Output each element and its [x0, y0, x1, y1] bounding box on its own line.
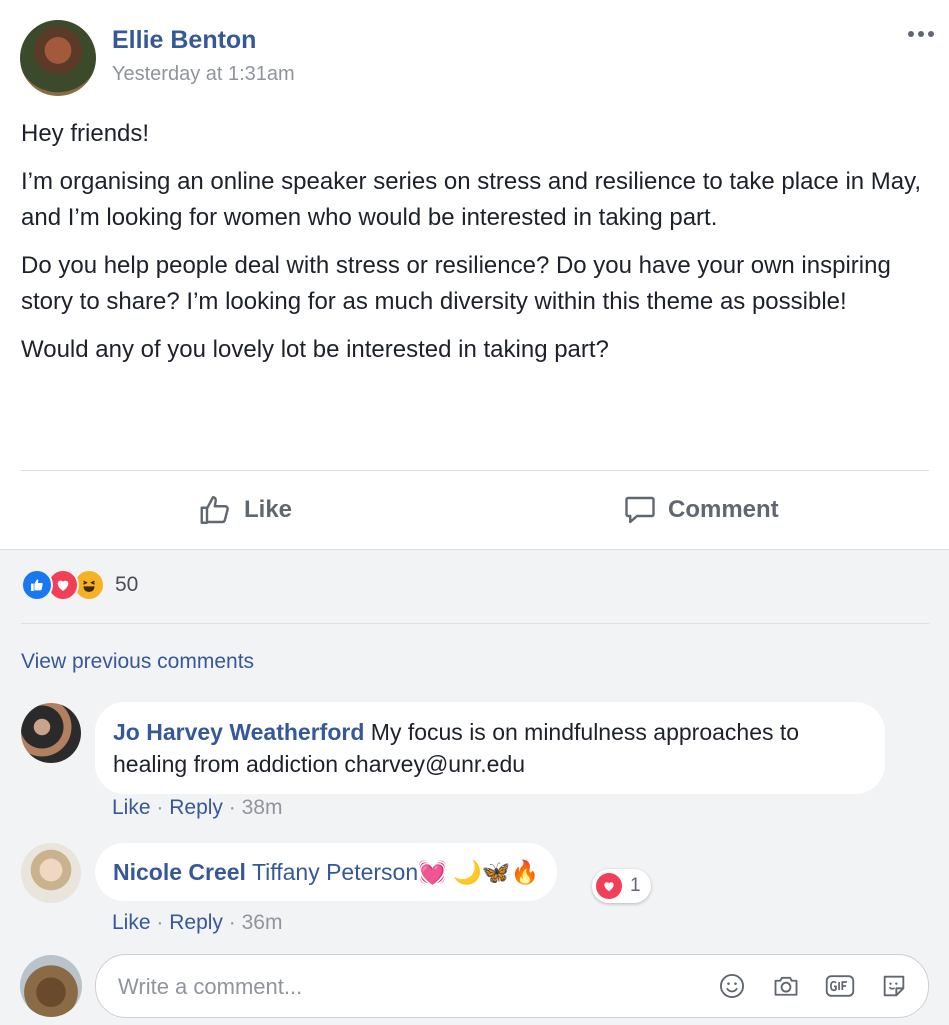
comment-bubble: Jo Harvey Weatherford My focus is on min…	[95, 702, 885, 794]
reaction-summary[interactable]: 50	[21, 569, 138, 601]
gif-icon[interactable]	[824, 970, 856, 1002]
commenter-name[interactable]: Nicole Creel	[113, 859, 246, 885]
view-previous-comments-link[interactable]: View previous comments	[21, 650, 254, 674]
comment-like-link[interactable]: Like	[112, 911, 151, 934]
separator: ·	[156, 796, 164, 819]
comment-meta: Like · Reply · 36m	[112, 911, 282, 935]
comment-like-link[interactable]: Like	[112, 796, 151, 819]
comment-reaction-count: 1	[630, 875, 641, 896]
divider	[21, 470, 929, 471]
reaction-count: 50	[115, 573, 139, 596]
mention-link[interactable]: Tiffany Peterson	[252, 859, 418, 885]
like-icon	[21, 569, 53, 601]
love-icon	[596, 873, 622, 899]
moon-emoji: 🌙	[453, 859, 482, 885]
commenter-avatar[interactable]	[21, 843, 81, 903]
comment-button[interactable]: Comment	[622, 488, 779, 532]
current-user-avatar[interactable]	[20, 955, 82, 1017]
thumbs-up-icon	[200, 496, 229, 524]
commenter-avatar[interactable]	[21, 703, 81, 763]
post-card: Ellie Benton Yesterday at 1:31am Hey fri…	[0, 0, 949, 549]
separator: ·	[228, 911, 236, 934]
camera-icon[interactable]	[770, 970, 802, 1002]
speech-bubble-icon	[625, 496, 655, 524]
emoji-icon[interactable]	[716, 970, 748, 1002]
more-options-icon[interactable]	[906, 22, 936, 46]
comment-reaction-badge[interactable]: 1	[592, 869, 651, 903]
sparkling-heart-emoji: 💓	[418, 859, 447, 885]
comment-composer[interactable]	[95, 954, 929, 1018]
comment-reply-link[interactable]: Reply	[169, 911, 223, 934]
commenter-name[interactable]: Jo Harvey Weatherford	[113, 719, 364, 745]
sticker-icon[interactable]	[878, 970, 910, 1002]
comment-label: Comment	[668, 496, 779, 523]
separator: ·	[156, 911, 164, 934]
comment-bubble: Nicole Creel Tiffany Peterson💓 🌙🦋🔥	[95, 843, 558, 901]
divider	[21, 623, 929, 624]
post-text: Hey friends! I’m organising an online sp…	[21, 116, 926, 380]
comment-time[interactable]: 38m	[242, 796, 283, 819]
like-button[interactable]: Like	[198, 488, 292, 532]
butterfly-emoji: 🦋	[481, 859, 511, 885]
separator: ·	[228, 796, 236, 819]
comment-input[interactable]	[116, 969, 700, 1005]
author-name[interactable]: Ellie Benton	[112, 26, 256, 55]
like-label: Like	[244, 496, 293, 523]
post-paragraph: Hey friends!	[21, 120, 150, 147]
post-paragraph: I’m organising an online speaker series …	[21, 168, 922, 231]
comment-time[interactable]: 36m	[242, 911, 283, 934]
author-avatar[interactable]	[20, 20, 96, 96]
comment-meta: Like · Reply · 38m	[112, 796, 282, 820]
post-timestamp[interactable]: Yesterday at 1:31am	[112, 63, 295, 86]
fire-emoji: 🔥	[510, 859, 540, 885]
post-paragraph: Do you help people deal with stress or r…	[21, 252, 891, 315]
post-paragraph: Would any of you lovely lot be intereste…	[21, 336, 609, 363]
comment-reply-link[interactable]: Reply	[169, 796, 223, 819]
